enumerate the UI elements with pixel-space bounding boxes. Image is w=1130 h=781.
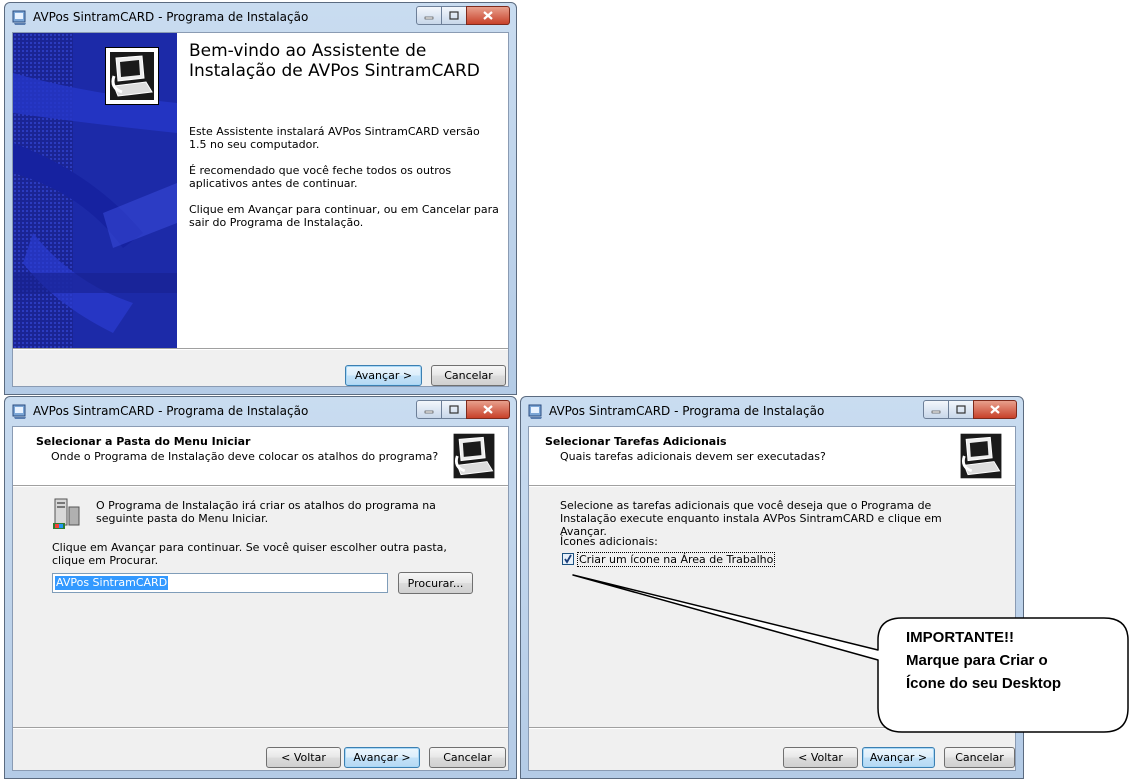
- window-title: AVPos SintramCARD - Programa de Instalaç…: [33, 10, 309, 24]
- button-separator: [13, 727, 508, 729]
- tasks-intro: Selecione as tarefas adicionais que você…: [560, 499, 942, 538]
- next-button[interactable]: Avançar >: [344, 747, 420, 768]
- start-menu-folder-icon: [49, 497, 83, 531]
- desktop-icon-checkbox-label[interactable]: Criar um ícone na Área de Trabalho: [577, 552, 776, 567]
- maximize-icon: [956, 405, 966, 414]
- close-icon: [990, 405, 1000, 414]
- minimize-button[interactable]: [923, 400, 949, 419]
- start-menu-folder-art: [53, 498, 80, 529]
- maximize-icon: [449, 11, 459, 20]
- tasks-window: AVPos SintramCARD - Programa de Instalaç…: [520, 396, 1024, 779]
- close-icon: [483, 405, 493, 414]
- callout-line-1: IMPORTANTE!!: [906, 629, 1015, 646]
- wizard-header: Selecionar a Pasta do Menu Iniciar Onde …: [13, 427, 508, 485]
- callout-line-3: Ícone do seu Desktop: [906, 675, 1062, 692]
- minimize-button[interactable]: [416, 400, 442, 419]
- close-icon: [483, 11, 493, 20]
- header-separator: [529, 485, 1015, 487]
- welcome-para-1: Este Assistente instalará AVPos SintramC…: [189, 125, 480, 151]
- page-title: Selecionar a Pasta do Menu Iniciar: [36, 435, 251, 448]
- installer-icon: [12, 404, 26, 419]
- welcome-para-2: É recomendado que você feche todos os ou…: [189, 164, 452, 190]
- menu-folder-window: AVPos SintramCARD - Programa de Instalaç…: [4, 396, 517, 779]
- folder-info-text: O Programa de Instalação irá criar os at…: [96, 499, 436, 525]
- header-logo: [448, 430, 500, 482]
- window-controls: [416, 400, 510, 420]
- next-button[interactable]: Avançar >: [345, 365, 422, 386]
- cancel-button[interactable]: Cancelar: [431, 365, 506, 386]
- computer-icon: [110, 52, 154, 100]
- close-button[interactable]: [466, 6, 510, 25]
- folder-instructions: Clique em Avançar para continuar. Se voc…: [52, 541, 447, 567]
- cancel-button[interactable]: Cancelar: [429, 747, 506, 768]
- welcome-window: AVPos SintramCARD - Programa de Instalaç…: [4, 2, 517, 395]
- wizard-header: Selecionar Tarefas Adicionais Quais tare…: [529, 427, 1015, 485]
- installer-icon: [12, 10, 26, 25]
- window-controls: [923, 400, 1017, 420]
- welcome-heading: Bem-vindo ao Assistente de Instalação de…: [189, 41, 480, 81]
- back-button[interactable]: < Voltar: [783, 747, 858, 768]
- maximize-button[interactable]: [441, 6, 467, 25]
- title-bar[interactable]: AVPos SintramCARD - Programa de Instalaç…: [521, 397, 1023, 425]
- folder-input[interactable]: AVPos SintramCARD: [52, 573, 388, 593]
- minimize-icon: [424, 410, 434, 413]
- cancel-button[interactable]: Cancelar: [944, 747, 1015, 768]
- desktop-icon-checkbox[interactable]: [562, 553, 574, 565]
- minimize-icon: [424, 16, 434, 19]
- minimize-icon: [931, 410, 941, 413]
- next-button[interactable]: Avançar >: [862, 747, 935, 768]
- wizard-client-area: Bem-vindo ao Assistente de Instalação de…: [12, 32, 509, 387]
- folder-input-value: AVPos SintramCARD: [55, 576, 169, 590]
- window-controls: [416, 6, 510, 26]
- wizard-sidebar-image: [13, 33, 177, 348]
- wizard-client-area: Selecionar a Pasta do Menu Iniciar Onde …: [12, 426, 509, 771]
- minimize-button[interactable]: [416, 6, 442, 25]
- button-separator: [529, 727, 1015, 729]
- maximize-button[interactable]: [948, 400, 974, 419]
- computer-icon: [453, 433, 495, 479]
- setup-logo: [105, 47, 159, 105]
- title-bar[interactable]: AVPos SintramCARD - Programa de Instalaç…: [5, 397, 516, 425]
- wizard-client-area: Selecionar Tarefas Adicionais Quais tare…: [528, 426, 1016, 771]
- installer-icon: [528, 404, 542, 419]
- button-separator: [13, 348, 508, 350]
- maximize-button[interactable]: [441, 400, 467, 419]
- maximize-icon: [449, 405, 459, 414]
- welcome-para-3: Clique em Avançar para continuar, ou em …: [189, 203, 499, 229]
- title-bar[interactable]: AVPos SintramCARD - Programa de Instalaç…: [5, 3, 516, 31]
- welcome-content: Bem-vindo ao Assistente de Instalação de…: [177, 33, 508, 348]
- window-title: AVPos SintramCARD - Programa de Instalaç…: [33, 404, 309, 418]
- header-logo: [955, 430, 1007, 482]
- page-subtitle: Onde o Programa de Instalação deve coloc…: [51, 450, 439, 463]
- icons-group-label: Ícones adicionais:: [560, 535, 658, 548]
- page-title: Selecionar Tarefas Adicionais: [545, 435, 727, 448]
- close-button[interactable]: [973, 400, 1017, 419]
- back-button[interactable]: < Voltar: [266, 747, 341, 768]
- window-title: AVPos SintramCARD - Programa de Instalaç…: [549, 404, 825, 418]
- page-subtitle: Quais tarefas adicionais devem ser execu…: [560, 450, 826, 463]
- close-button[interactable]: [466, 400, 510, 419]
- header-separator: [13, 485, 508, 487]
- checkmark-icon: [564, 554, 572, 564]
- browse-button[interactable]: Procurar...: [398, 572, 473, 594]
- callout-line-2: Marque para Criar o: [906, 652, 1048, 669]
- computer-icon: [960, 433, 1002, 479]
